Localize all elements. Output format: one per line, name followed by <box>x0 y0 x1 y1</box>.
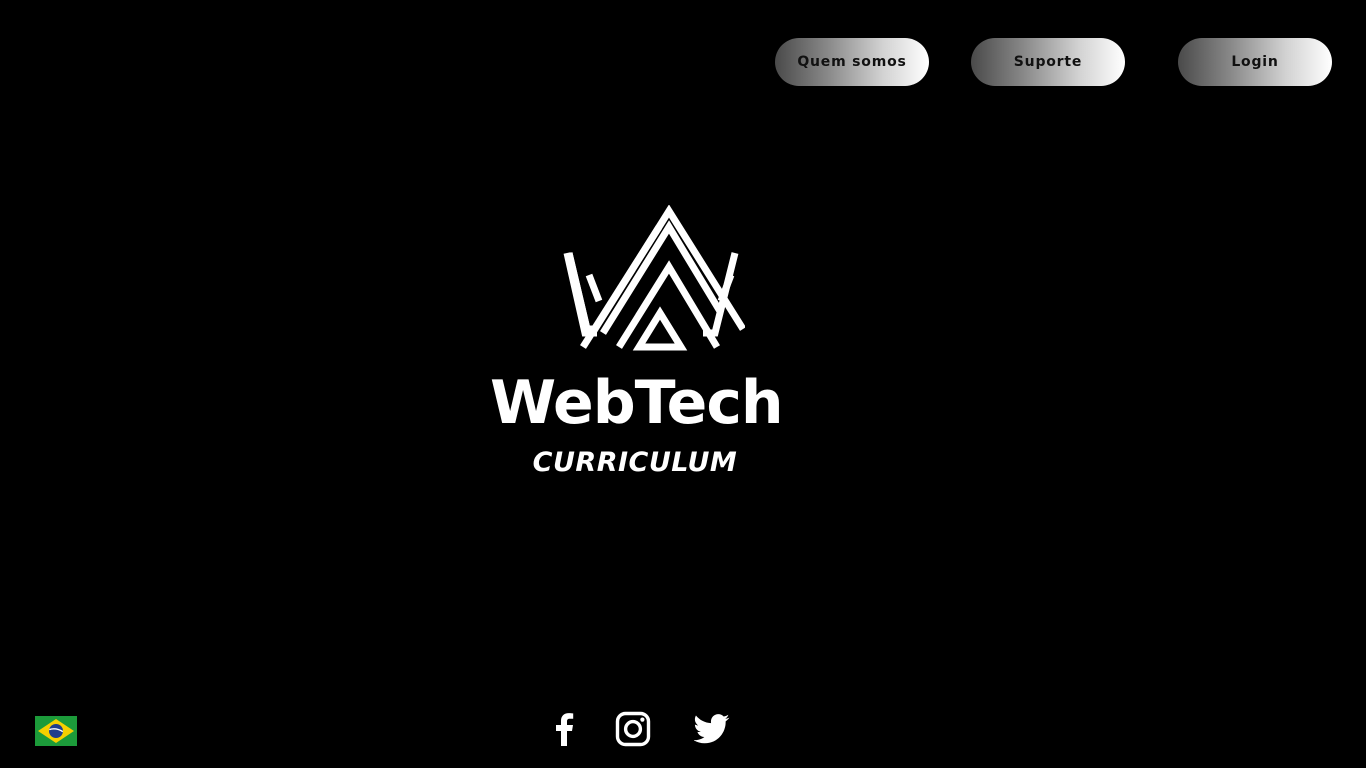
twitter-icon <box>694 714 730 744</box>
brazil-flag-icon[interactable] <box>35 716 77 746</box>
brand-logo: WebTech CURRICULUM <box>490 205 784 495</box>
login-button[interactable]: Login <box>1178 38 1332 86</box>
facebook-link[interactable] <box>544 710 584 748</box>
instagram-icon <box>615 711 651 747</box>
landing-page: Quem somos Suporte Login WebTech CURRICU… <box>0 0 1366 768</box>
brand-title: WebTech <box>490 368 784 438</box>
facebook-icon <box>556 713 574 746</box>
twitter-link[interactable] <box>692 710 732 748</box>
brand-subtitle: CURRICULUM <box>532 447 738 478</box>
instagram-link[interactable] <box>613 710 653 748</box>
support-button[interactable]: Suporte <box>971 38 1125 86</box>
crown-logo-icon <box>563 205 745 351</box>
about-us-button[interactable]: Quem somos <box>775 38 929 86</box>
